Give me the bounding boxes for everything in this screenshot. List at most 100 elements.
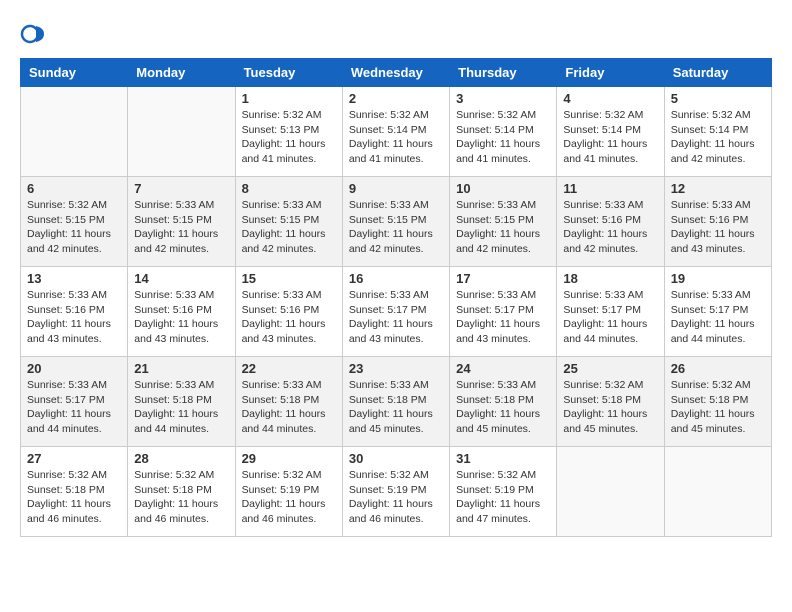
- day-info: Sunrise: 5:33 AM Sunset: 5:17 PM Dayligh…: [671, 288, 765, 347]
- calendar-cell: 5 Sunrise: 5:32 AM Sunset: 5:14 PM Daylig…: [664, 87, 771, 177]
- day-number: 11: [563, 181, 657, 196]
- day-info: Sunrise: 5:32 AM Sunset: 5:18 PM Dayligh…: [563, 378, 657, 437]
- day-number: 10: [456, 181, 550, 196]
- day-number: 16: [349, 271, 443, 286]
- day-info: Sunrise: 5:32 AM Sunset: 5:19 PM Dayligh…: [242, 468, 336, 527]
- calendar-cell: 10Sunrise: 5:33 AM Sunset: 5:15 PM Dayli…: [450, 177, 557, 267]
- calendar-cell: 8Sunrise: 5:33 AM Sunset: 5:15 PM Daylig…: [235, 177, 342, 267]
- calendar-cell: 23Sunrise: 5:33 AM Sunset: 5:18 PM Dayli…: [342, 357, 449, 447]
- logo-icon: [20, 20, 48, 48]
- calendar-cell: 30 Sunrise: 5:32 AM Sunset: 5:19 PM Dayli…: [342, 447, 449, 537]
- day-number: 7: [134, 181, 228, 196]
- day-number: 31: [456, 451, 550, 466]
- day-header-tuesday: Tuesday: [235, 59, 342, 87]
- day-number: 20: [27, 361, 121, 376]
- day-number: 2: [349, 91, 443, 106]
- day-info: Sunrise: 5:33 AM Sunset: 5:17 PM Dayligh…: [456, 288, 550, 347]
- calendar-cell: 14 Sunrise: 5:33 AM Sunset: 5:16 PM Dayli…: [128, 267, 235, 357]
- day-header-saturday: Saturday: [664, 59, 771, 87]
- calendar-cell: 12 Sunrise: 5:33 AM Sunset: 5:16 PM Dayli…: [664, 177, 771, 267]
- calendar-cell: 19Sunrise: 5:33 AM Sunset: 5:17 PM Dayli…: [664, 267, 771, 357]
- day-number: 6: [27, 181, 121, 196]
- day-number: 9: [349, 181, 443, 196]
- day-number: 15: [242, 271, 336, 286]
- day-number: 12: [671, 181, 765, 196]
- calendar-cell: 22 Sunrise: 5:33 AM Sunset: 5:18 PM Dayli…: [235, 357, 342, 447]
- day-number: 14: [134, 271, 228, 286]
- day-info: Sunrise: 5:32 AM Sunset: 5:18 PM Dayligh…: [27, 468, 121, 527]
- calendar-cell: 24Sunrise: 5:33 AM Sunset: 5:18 PM Dayli…: [450, 357, 557, 447]
- calendar-cell: 13 Sunrise: 5:33 AM Sunset: 5:16 PM Dayli…: [21, 267, 128, 357]
- day-number: 28: [134, 451, 228, 466]
- day-info: Sunrise: 5:33 AM Sunset: 5:15 PM Dayligh…: [134, 198, 228, 257]
- day-info: Sunrise: 5:32 AM Sunset: 5:19 PM Dayligh…: [349, 468, 443, 527]
- calendar-cell: [21, 87, 128, 177]
- day-info: Sunrise: 5:33 AM Sunset: 5:18 PM Dayligh…: [242, 378, 336, 437]
- calendar-week-row: 20 Sunrise: 5:33 AM Sunset: 5:17 PM Dayli…: [21, 357, 772, 447]
- calendar-cell: 31 Sunrise: 5:32 AM Sunset: 5:19 PM Dayli…: [450, 447, 557, 537]
- logo: [20, 20, 52, 48]
- calendar-cell: [128, 87, 235, 177]
- day-info: Sunrise: 5:33 AM Sunset: 5:17 PM Dayligh…: [563, 288, 657, 347]
- calendar-cell: 26Sunrise: 5:32 AM Sunset: 5:18 PM Dayli…: [664, 357, 771, 447]
- calendar: SundayMondayTuesdayWednesdayThursdayFrid…: [20, 58, 772, 537]
- calendar-cell: 6 Sunrise: 5:32 AM Sunset: 5:15 PM Daylig…: [21, 177, 128, 267]
- day-number: 13: [27, 271, 121, 286]
- day-number: 30: [349, 451, 443, 466]
- day-number: 23: [349, 361, 443, 376]
- day-info: Sunrise: 5:33 AM Sunset: 5:15 PM Dayligh…: [242, 198, 336, 257]
- day-info: Sunrise: 5:32 AM Sunset: 5:13 PM Dayligh…: [242, 108, 336, 167]
- day-info: Sunrise: 5:33 AM Sunset: 5:16 PM Dayligh…: [671, 198, 765, 257]
- calendar-cell: 4 Sunrise: 5:32 AM Sunset: 5:14 PM Daylig…: [557, 87, 664, 177]
- day-info: Sunrise: 5:33 AM Sunset: 5:15 PM Dayligh…: [349, 198, 443, 257]
- calendar-cell: 18 Sunrise: 5:33 AM Sunset: 5:17 PM Dayli…: [557, 267, 664, 357]
- day-info: Sunrise: 5:32 AM Sunset: 5:14 PM Dayligh…: [349, 108, 443, 167]
- page-header: [20, 20, 772, 48]
- day-info: Sunrise: 5:32 AM Sunset: 5:14 PM Dayligh…: [671, 108, 765, 167]
- day-info: Sunrise: 5:32 AM Sunset: 5:18 PM Dayligh…: [134, 468, 228, 527]
- day-info: Sunrise: 5:33 AM Sunset: 5:17 PM Dayligh…: [349, 288, 443, 347]
- calendar-week-row: 1Sunrise: 5:32 AM Sunset: 5:13 PM Daylig…: [21, 87, 772, 177]
- day-number: 4: [563, 91, 657, 106]
- day-header-sunday: Sunday: [21, 59, 128, 87]
- calendar-cell: 17 Sunrise: 5:33 AM Sunset: 5:17 PM Dayli…: [450, 267, 557, 357]
- calendar-week-row: 13 Sunrise: 5:33 AM Sunset: 5:16 PM Dayli…: [21, 267, 772, 357]
- day-info: Sunrise: 5:32 AM Sunset: 5:18 PM Dayligh…: [671, 378, 765, 437]
- day-number: 29: [242, 451, 336, 466]
- day-header-friday: Friday: [557, 59, 664, 87]
- day-info: Sunrise: 5:33 AM Sunset: 5:16 PM Dayligh…: [27, 288, 121, 347]
- calendar-cell: 2 Sunrise: 5:32 AM Sunset: 5:14 PM Daylig…: [342, 87, 449, 177]
- day-number: 22: [242, 361, 336, 376]
- day-number: 17: [456, 271, 550, 286]
- day-info: Sunrise: 5:32 AM Sunset: 5:14 PM Dayligh…: [456, 108, 550, 167]
- calendar-cell: 9 Sunrise: 5:33 AM Sunset: 5:15 PM Daylig…: [342, 177, 449, 267]
- day-info: Sunrise: 5:32 AM Sunset: 5:19 PM Dayligh…: [456, 468, 550, 527]
- calendar-cell: 20 Sunrise: 5:33 AM Sunset: 5:17 PM Dayli…: [21, 357, 128, 447]
- day-info: Sunrise: 5:32 AM Sunset: 5:14 PM Dayligh…: [563, 108, 657, 167]
- calendar-cell: 15 Sunrise: 5:33 AM Sunset: 5:16 PM Dayli…: [235, 267, 342, 357]
- day-header-thursday: Thursday: [450, 59, 557, 87]
- day-info: Sunrise: 5:33 AM Sunset: 5:18 PM Dayligh…: [134, 378, 228, 437]
- day-info: Sunrise: 5:33 AM Sunset: 5:16 PM Dayligh…: [563, 198, 657, 257]
- day-number: 25: [563, 361, 657, 376]
- day-header-monday: Monday: [128, 59, 235, 87]
- day-info: Sunrise: 5:32 AM Sunset: 5:15 PM Dayligh…: [27, 198, 121, 257]
- day-header-wednesday: Wednesday: [342, 59, 449, 87]
- day-info: Sunrise: 5:33 AM Sunset: 5:16 PM Dayligh…: [242, 288, 336, 347]
- calendar-week-row: 27 Sunrise: 5:32 AM Sunset: 5:18 PM Dayli…: [21, 447, 772, 537]
- calendar-cell: 29 Sunrise: 5:32 AM Sunset: 5:19 PM Dayli…: [235, 447, 342, 537]
- day-number: 5: [671, 91, 765, 106]
- calendar-cell: 21 Sunrise: 5:33 AM Sunset: 5:18 PM Dayli…: [128, 357, 235, 447]
- calendar-cell: 16 Sunrise: 5:33 AM Sunset: 5:17 PM Dayli…: [342, 267, 449, 357]
- calendar-cell: 1Sunrise: 5:32 AM Sunset: 5:13 PM Daylig…: [235, 87, 342, 177]
- day-number: 27: [27, 451, 121, 466]
- calendar-cell: 7 Sunrise: 5:33 AM Sunset: 5:15 PM Daylig…: [128, 177, 235, 267]
- calendar-cell: 27 Sunrise: 5:32 AM Sunset: 5:18 PM Dayli…: [21, 447, 128, 537]
- calendar-cell: 25 Sunrise: 5:32 AM Sunset: 5:18 PM Dayli…: [557, 357, 664, 447]
- day-number: 18: [563, 271, 657, 286]
- day-info: Sunrise: 5:33 AM Sunset: 5:17 PM Dayligh…: [27, 378, 121, 437]
- calendar-cell: 3Sunrise: 5:32 AM Sunset: 5:14 PM Daylig…: [450, 87, 557, 177]
- day-info: Sunrise: 5:33 AM Sunset: 5:18 PM Dayligh…: [456, 378, 550, 437]
- day-number: 21: [134, 361, 228, 376]
- day-info: Sunrise: 5:33 AM Sunset: 5:16 PM Dayligh…: [134, 288, 228, 347]
